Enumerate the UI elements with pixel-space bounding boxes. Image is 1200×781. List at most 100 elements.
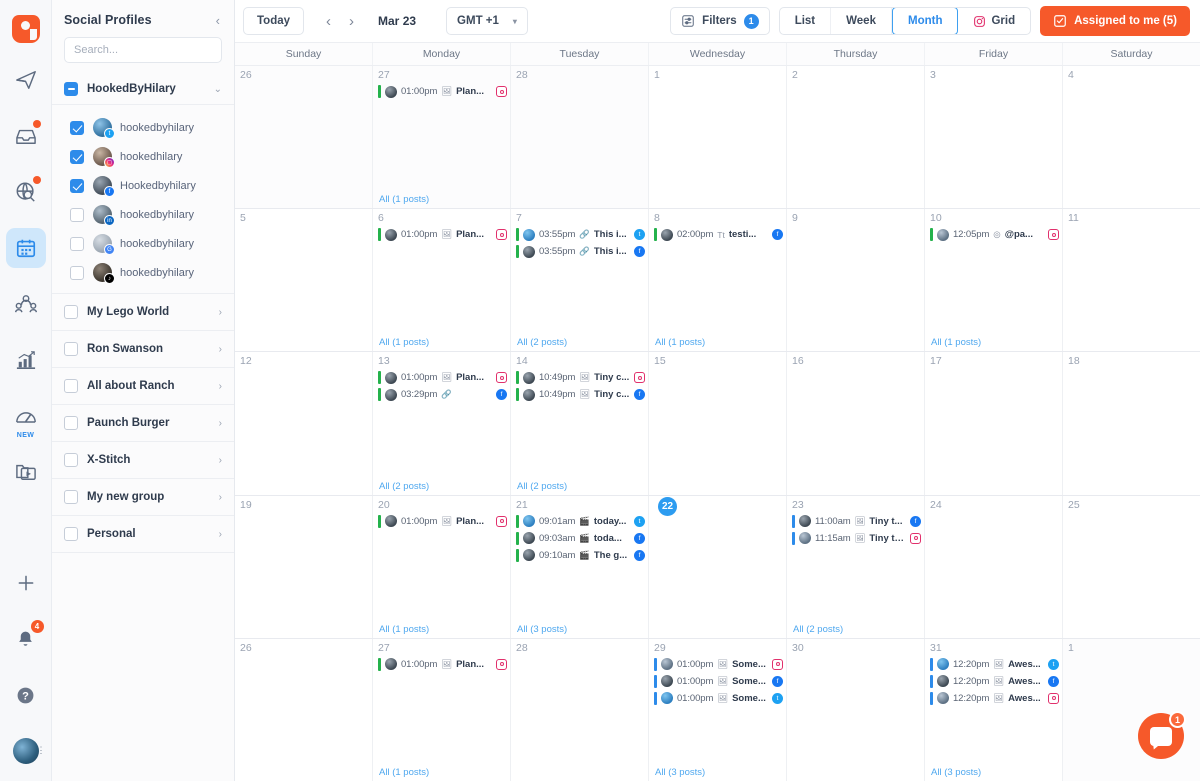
all-posts-link[interactable]: All (3 posts) xyxy=(654,767,783,781)
publish-icon[interactable] xyxy=(6,60,46,100)
calendar-day-cell[interactable]: 5 xyxy=(235,209,373,352)
timezone-select[interactable]: GMT +1 ▾ xyxy=(446,7,528,35)
profile-row[interactable]: in hookedbyhilary xyxy=(52,200,234,229)
user-menu-dots[interactable]: ⋮ xyxy=(37,745,47,756)
post-item[interactable]: 10:49pm 🖼 Tiny c... xyxy=(516,370,645,385)
search-input[interactable] xyxy=(74,44,216,56)
calendar-day-cell[interactable]: 27 01:00pm 🖼 Plan... All (1 posts) xyxy=(373,66,511,209)
all-posts-link[interactable]: All (3 posts) xyxy=(516,624,645,638)
calendar-day-cell[interactable]: 22 xyxy=(649,495,787,638)
sidebar-item-all-about-ranch[interactable]: All about Ranch › xyxy=(52,368,234,405)
all-posts-link[interactable]: All (2 posts) xyxy=(792,624,921,638)
sidebar-collapse-icon[interactable]: ‹ xyxy=(216,14,220,27)
group-checkbox[interactable] xyxy=(64,527,78,541)
calendar-day-cell[interactable]: 30 xyxy=(787,638,925,781)
post-item[interactable]: 03:55pm 🔗 This i... t xyxy=(516,227,645,242)
sidebar-item-ron-swanson[interactable]: Ron Swanson › xyxy=(52,331,234,368)
notifications-icon[interactable]: 4 xyxy=(6,619,46,659)
messenger-launcher[interactable]: 1 xyxy=(1138,711,1186,759)
profile-checkbox[interactable] xyxy=(70,149,84,164)
calendar-day-cell[interactable]: 6 01:00pm 🖼 Plan... All (1 posts) xyxy=(373,209,511,352)
media-library-icon[interactable] xyxy=(6,452,46,492)
chevron-right-icon[interactable]: › xyxy=(219,492,222,503)
chevron-right-icon[interactable]: › xyxy=(219,307,222,318)
influencers-icon[interactable] xyxy=(6,284,46,324)
calendar-day-cell[interactable]: 19 xyxy=(235,495,373,638)
calendar-day-cell[interactable]: 29 01:00pm 🖼 Some... 01:00pm 🖼 Some... f 01:00pm… xyxy=(649,638,787,781)
chevron-right-icon[interactable]: › xyxy=(219,418,222,429)
group-checkbox[interactable] xyxy=(64,342,78,356)
post-item[interactable]: 03:55pm 🔗 This i... f xyxy=(516,244,645,259)
chevron-right-icon[interactable]: › xyxy=(219,381,222,392)
calendar-day-cell[interactable]: 28 xyxy=(511,638,649,781)
prev-period-button[interactable]: ‹ xyxy=(326,14,331,29)
inbox-icon[interactable] xyxy=(6,116,46,156)
post-item[interactable]: 12:20pm 🖼 Awes... t xyxy=(930,657,1059,672)
chevron-right-icon[interactable]: › xyxy=(219,344,222,355)
profile-row[interactable]: t hookedbyhilary xyxy=(52,113,234,142)
all-posts-link[interactable]: All (1 posts) xyxy=(378,624,507,638)
post-item[interactable]: 10:49pm 🖼 Tiny c... f xyxy=(516,387,645,402)
all-posts-link[interactable]: All (1 posts) xyxy=(378,194,507,208)
calendar-day-cell[interactable]: 8 02:00pm Tt testi... f All (1 posts) xyxy=(649,209,787,352)
calendar-day-cell[interactable]: 24 xyxy=(925,495,1063,638)
calendar-day-cell[interactable]: 23 11:00am 🖼 Tiny t... f 11:15am 🖼 Tiny th... Al… xyxy=(787,495,925,638)
calendar-day-cell[interactable]: 1 xyxy=(1063,638,1200,781)
post-item[interactable]: 01:00pm 🖼 Some... t xyxy=(654,691,783,706)
all-posts-link[interactable]: All (1 posts) xyxy=(930,337,1059,351)
group-checkbox[interactable] xyxy=(64,379,78,393)
calendar-day-cell[interactable]: 28 xyxy=(511,66,649,209)
today-button[interactable]: Today xyxy=(243,7,305,35)
sidebar-item-my-new-group[interactable]: My new group › xyxy=(52,479,234,516)
all-posts-link[interactable]: All (2 posts) xyxy=(378,481,507,495)
calendar-day-cell[interactable]: 21 09:01am 🎬 today... t 09:03am 🎬 toda... f 09:10… xyxy=(511,495,649,638)
calendar-day-cell[interactable]: 17 xyxy=(925,352,1063,495)
chevron-right-icon[interactable]: › xyxy=(219,529,222,540)
calendar-day-cell[interactable]: 20 01:00pm 🖼 Plan... All (1 posts) xyxy=(373,495,511,638)
post-item[interactable]: 12:05pm ◎ @pa... xyxy=(930,227,1059,242)
post-item[interactable]: 01:00pm 🖼 Some... xyxy=(654,657,783,672)
profile-checkbox[interactable] xyxy=(70,236,84,251)
all-posts-link[interactable]: All (1 posts) xyxy=(378,337,507,351)
profile-checkbox[interactable] xyxy=(70,178,84,193)
profile-row[interactable]: ♪ hookedbyhilary xyxy=(52,258,234,287)
tab-month[interactable]: Month xyxy=(891,8,959,34)
calendar-day-cell[interactable]: 26 xyxy=(235,638,373,781)
benchmark-icon[interactable]: NEW xyxy=(6,396,46,439)
post-item[interactable]: 01:00pm 🖼 Some... f xyxy=(654,674,783,689)
sidebar-group-hookedbyhilary[interactable]: HookedByHilary ⌄ xyxy=(52,74,234,105)
calendar-day-cell[interactable]: 4 xyxy=(1063,66,1200,208)
monitoring-icon[interactable] xyxy=(6,172,46,212)
sidebar-item-x-stitch[interactable]: X-Stitch › xyxy=(52,442,234,479)
all-posts-link[interactable]: All (2 posts) xyxy=(516,337,645,351)
profile-row[interactable]: f Hookedbyhilary xyxy=(52,171,234,200)
chevron-right-icon[interactable]: › xyxy=(219,455,222,466)
calendar-day-cell[interactable]: 9 xyxy=(787,209,925,352)
filters-button[interactable]: Filters 1 xyxy=(670,7,770,35)
calendar-day-cell[interactable]: 14 10:49pm 🖼 Tiny c... 10:49pm 🖼 Tiny c... f All… xyxy=(511,352,649,495)
post-item[interactable]: 01:00pm 🖼 Plan... xyxy=(378,657,507,672)
group-checkbox[interactable] xyxy=(64,416,78,430)
profile-checkbox[interactable] xyxy=(70,265,84,280)
post-item[interactable]: 01:00pm 🖼 Plan... xyxy=(378,227,507,242)
post-item[interactable]: 09:03am 🎬 toda... f xyxy=(516,531,645,546)
search-box[interactable] xyxy=(64,37,222,63)
post-item[interactable]: 11:00am 🖼 Tiny t... f xyxy=(792,514,921,529)
calendar-day-cell[interactable]: 10 12:05pm ◎ @pa... All (1 posts) xyxy=(925,209,1063,352)
group-checkbox[interactable] xyxy=(64,490,78,504)
sidebar-item-personal[interactable]: Personal › xyxy=(52,516,234,553)
calendar-day-cell[interactable]: 7 03:55pm 🔗 This i... t 03:55pm 🔗 This i... f All… xyxy=(511,209,649,352)
calendar-day-cell[interactable]: 1 xyxy=(649,66,787,209)
help-icon[interactable]: ? xyxy=(6,675,46,715)
profile-checkbox[interactable] xyxy=(70,120,84,135)
calendar-day-cell[interactable]: 13 01:00pm 🖼 Plan... 03:29pm 🔗 f All (2 posts) xyxy=(373,352,511,495)
calendar-day-cell[interactable]: 18 xyxy=(1063,352,1200,494)
calendar-day-cell[interactable]: 16 xyxy=(787,352,925,495)
calendar-day-cell[interactable]: 2 xyxy=(787,66,925,209)
group-checkbox[interactable] xyxy=(64,453,78,467)
add-button[interactable] xyxy=(6,563,46,603)
post-item[interactable]: 01:00pm 🖼 Plan... xyxy=(378,514,507,529)
profile-row[interactable]: G hookedbyhilary xyxy=(52,229,234,258)
post-item[interactable]: 03:29pm 🔗 f xyxy=(378,387,507,402)
calendar-icon[interactable] xyxy=(5,228,46,268)
